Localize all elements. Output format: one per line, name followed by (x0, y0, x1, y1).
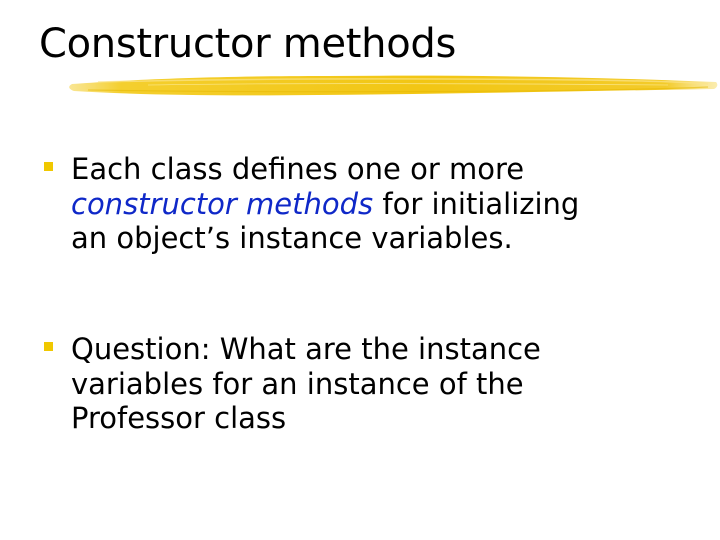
bullet-text: Each class defines one or more construct… (71, 152, 711, 256)
bullet-line: Each class defines one or more (71, 152, 525, 186)
bullet-line: variables for an instance of the (71, 366, 524, 401)
title-underline-brush-stroke (69, 75, 718, 96)
bullet-line-rest: for initializing (373, 186, 580, 221)
slide-title: Constructor methods (39, 21, 456, 67)
bullet-line: Professor class (71, 401, 287, 435)
square-bullet-icon (44, 162, 53, 171)
bullet-line: constructor methods for initializing (71, 187, 711, 222)
bullet-line: an object’s instance variables. (71, 221, 513, 255)
slide: Constructor methods Each class defines o… (0, 0, 720, 540)
bullet-text: Question: What are the instance variable… (71, 332, 711, 436)
emphasized-term: constructor methods (71, 186, 374, 221)
square-bullet-icon (44, 342, 53, 351)
bullet-line: Question: What are the instance (71, 332, 541, 366)
